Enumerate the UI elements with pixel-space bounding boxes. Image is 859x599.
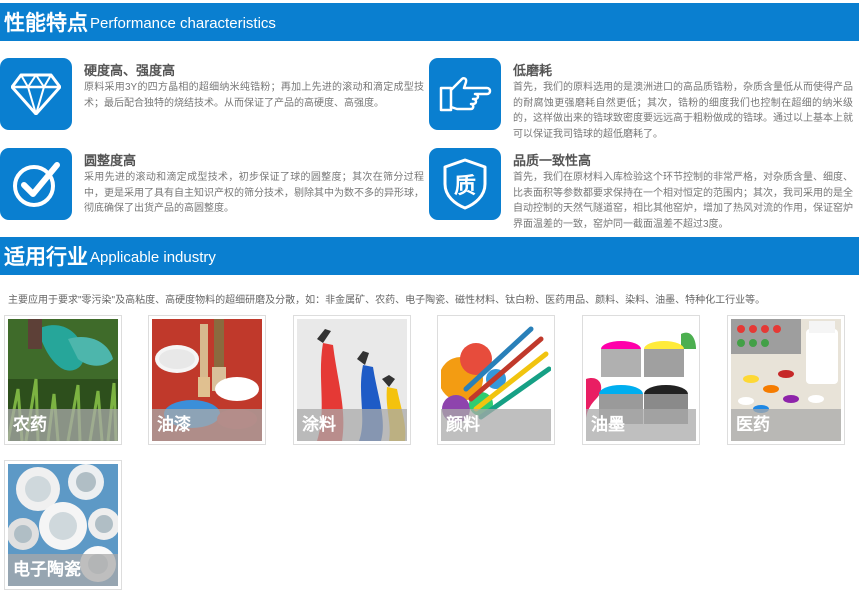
tile-caption: 油墨 xyxy=(586,409,696,441)
tile-caption: 农药 xyxy=(8,409,118,441)
section-title-en: Applicable industry xyxy=(90,249,216,266)
feature-hardness: 硬度高、强度高 原料采用3Y的四方晶相的超细纳米纯锆粉；再加上先进的滚动和滴定成… xyxy=(0,58,425,144)
feature-description: 首先，我们在原材料入库检验这个环节控制的非常严格，对杂质含量、细度、比表面积等参… xyxy=(513,172,853,230)
industry-tile-paint[interactable]: 油漆 xyxy=(148,315,266,445)
industry-tile-pigments[interactable]: 颜料 xyxy=(437,315,555,445)
industry-tile-ink[interactable]: 油墨 xyxy=(582,315,700,445)
medicine-image: 医药 xyxy=(731,319,841,441)
industry-tile-electronic-ceramics[interactable]: 电子陶瓷 xyxy=(4,460,122,590)
feature-description: 首先，我们的原料选用的是澳洲进口的高品质锆粉，杂质含量低从而使得产品的耐腐蚀更强… xyxy=(513,82,853,140)
diamond-icon xyxy=(0,58,72,130)
tile-caption: 油漆 xyxy=(152,409,262,441)
industry-section-header: 适用行业 Applicable industry xyxy=(0,237,859,275)
section-title-zh: 性能特点 xyxy=(4,12,88,35)
feature-low-wear: 低磨耗 首先，我们的原料选用的是澳洲进口的高品质锆粉，杂质含量低从而使得产品的耐… xyxy=(429,58,854,144)
checkmark-icon xyxy=(0,148,72,220)
feature-description: 采用先进的滚动和滴定成型技术，初步保证了球的圆整度；其次在筛分过程中，更是采用了… xyxy=(84,172,424,214)
section-title-zh: 适用行业 xyxy=(4,246,88,269)
industry-intro: 主要应用于要求"零污染"及高粘度、高硬度物料的超细研磨及分散，如：非金属矿、农药… xyxy=(8,295,766,306)
quality-char: 质 xyxy=(454,174,476,199)
feature-description: 原料采用3Y的四方晶相的超细纳米纯锆粉；再加上先进的滚动和滴定成型技术；最后配合… xyxy=(84,82,424,109)
feature-title: 圆整度高 xyxy=(84,153,137,168)
section-title-en: Performance characteristics xyxy=(90,15,276,32)
tile-caption: 涂料 xyxy=(297,409,407,441)
pigments-image: 颜料 xyxy=(441,319,551,441)
paint-image: 油漆 xyxy=(152,319,262,441)
coatings-image: 涂料 xyxy=(297,319,407,441)
quality-badge-icon: 质 xyxy=(429,148,501,220)
performance-section-header: 性能特点 Performance characteristics xyxy=(0,3,859,41)
tile-caption: 医药 xyxy=(731,409,841,441)
pointing-hand-icon xyxy=(429,58,501,130)
tile-caption: 电子陶瓷 xyxy=(8,554,118,586)
pesticide-image: 农药 xyxy=(8,319,118,441)
ink-image: 油墨 xyxy=(586,319,696,441)
electronic-ceramics-image: 电子陶瓷 xyxy=(8,464,118,586)
tile-caption: 颜料 xyxy=(441,409,551,441)
feature-consistency: 质 品质一致性高 首先，我们在原材料入库检验这个环节控制的非常严格，对杂质含量、… xyxy=(429,148,854,234)
feature-title: 硬度高、强度高 xyxy=(84,63,176,78)
feature-roundness: 圆整度高 采用先进的滚动和滴定成型技术，初步保证了球的圆整度；其次在筛分过程中，… xyxy=(0,148,425,234)
industry-tile-coatings[interactable]: 涂料 xyxy=(293,315,411,445)
feature-title: 品质一致性高 xyxy=(513,153,592,168)
industry-tile-pesticide[interactable]: 农药 xyxy=(4,315,122,445)
feature-title: 低磨耗 xyxy=(513,63,553,78)
industry-tile-medicine[interactable]: 医药 xyxy=(727,315,845,445)
